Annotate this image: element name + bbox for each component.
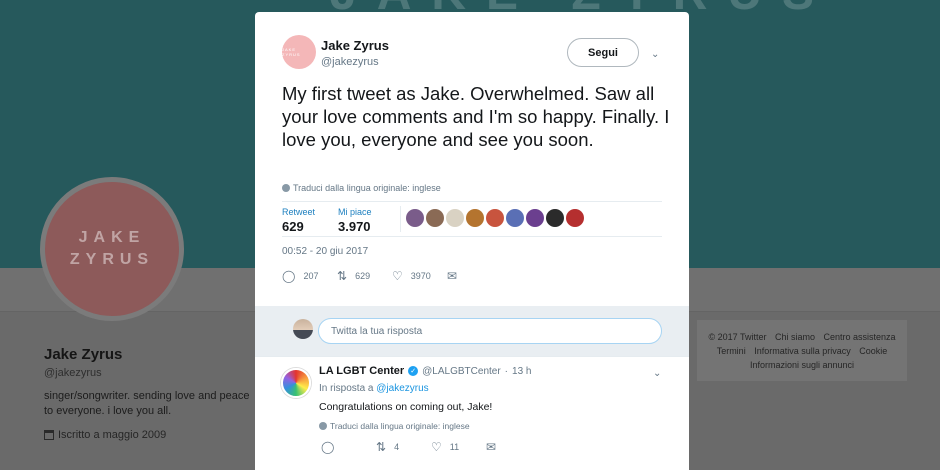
- liker-avatars: [406, 209, 584, 227]
- follow-button[interactable]: Segui: [567, 38, 639, 67]
- author-avatar[interactable]: JAKE ZYRUS: [282, 35, 316, 69]
- footer-link[interactable]: Cookie: [859, 346, 887, 356]
- calendar-icon: [44, 430, 54, 440]
- footer-links: © 2017 Twitter Chi siamo Centro assisten…: [697, 320, 907, 381]
- profile-bio: singer/songwriter. sending love and peac…: [44, 390, 250, 417]
- tweet-header: JAKE ZYRUS Jake Zyrus @jakezyrus Segui: [282, 35, 666, 75]
- liker-avatar[interactable]: [426, 209, 444, 227]
- profile-joined-text: Iscritto a maggio 2009: [58, 429, 167, 441]
- profile-avatar-text-2: ZYRUS: [69, 251, 155, 268]
- tweet-actions: ◯ 207 ⇅ 629 ♡ 3970 ✉: [282, 270, 457, 282]
- heart-icon: ♡: [392, 269, 403, 283]
- liker-avatar[interactable]: [526, 209, 544, 227]
- reply-count: 207: [303, 271, 319, 281]
- retweet-action[interactable]: ⇅ 4: [376, 441, 431, 453]
- retweet-action[interactable]: ⇅ 629: [337, 270, 392, 282]
- retweet-icon: ⇅: [337, 269, 348, 283]
- profile-avatar[interactable]: JAKE ZYRUS: [40, 177, 184, 321]
- translate-text: Traduci dalla lingua originale: inglese: [293, 183, 441, 193]
- retweet-stat-label[interactable]: Retweet: [282, 207, 315, 217]
- profile-joined: Iscritto a maggio 2009: [44, 429, 166, 441]
- liker-avatar[interactable]: [486, 209, 504, 227]
- chevron-down-icon[interactable]: ⌄: [653, 368, 661, 379]
- envelope-icon: ✉: [447, 269, 458, 283]
- globe-icon: [282, 184, 290, 192]
- globe-icon: [319, 422, 327, 430]
- reply-to-handle[interactable]: @jakezyrus: [376, 383, 428, 394]
- retweet-count: 629: [355, 271, 371, 281]
- liker-avatar[interactable]: [506, 209, 524, 227]
- reply-icon: ◯: [282, 269, 296, 283]
- translate-link[interactable]: Traduci dalla lingua originale: inglese: [282, 183, 441, 193]
- reply-translate-link[interactable]: Traduci dalla lingua originale: inglese: [319, 421, 470, 431]
- reply-author-handle[interactable]: @LALGBTCenter: [422, 366, 501, 377]
- retweet-stat-count[interactable]: 629: [282, 219, 304, 234]
- footer-link[interactable]: Termini: [717, 346, 746, 356]
- reply-tweet-text: Congratulations on coming out, Jake!: [319, 401, 493, 413]
- reply-retweet-count: 4: [394, 442, 400, 452]
- reply-to-line: In risposta a @jakezyrus: [319, 383, 429, 394]
- tweet-stats: Retweet 629 Mi piace 3.970: [282, 201, 662, 237]
- chevron-down-icon[interactable]: ⌄: [651, 49, 659, 60]
- liker-avatar[interactable]: [546, 209, 564, 227]
- message-action[interactable]: ✉: [486, 441, 496, 453]
- reply-tweet-actions: ◯ ⇅ 4 ♡ 11 ✉: [321, 441, 496, 453]
- reply-tweet-header: LA LGBT Center ✓ @LALGBTCenter · 13 h: [319, 365, 531, 377]
- reply-bar: Twitta la tua risposta: [255, 306, 689, 356]
- reply-time[interactable]: 13 h: [512, 366, 531, 377]
- author-avatar-text: JAKE ZYRUS: [282, 47, 301, 57]
- reply-tweet[interactable]: LA LGBT Center ✓ @LALGBTCenter · 13 h ⌄ …: [255, 356, 689, 470]
- reply-translate-text: Traduci dalla lingua originale: inglese: [330, 421, 470, 431]
- footer-link[interactable]: © 2017 Twitter: [708, 332, 766, 342]
- retweet-icon: ⇅: [376, 440, 387, 454]
- liker-avatar[interactable]: [566, 209, 584, 227]
- stats-divider: [400, 206, 401, 232]
- profile-avatar-text-1: JAKE: [78, 229, 146, 246]
- footer-link[interactable]: Chi siamo: [775, 332, 815, 342]
- reply-separator: ·: [504, 365, 509, 377]
- like-count: 3970: [410, 271, 431, 281]
- profile-name[interactable]: Jake Zyrus: [44, 346, 122, 363]
- user-avatar: [293, 319, 313, 339]
- liker-avatar[interactable]: [466, 209, 484, 227]
- footer-link[interactable]: Centro assistenza: [824, 332, 896, 342]
- footer-link[interactable]: Informativa sulla privacy: [754, 346, 851, 356]
- profile-handle[interactable]: @jakezyrus: [44, 367, 102, 379]
- reply-icon: ◯: [321, 440, 335, 454]
- reply-to-prefix: In risposta a: [319, 383, 374, 394]
- reply-input[interactable]: Twitta la tua risposta: [318, 318, 662, 344]
- like-action[interactable]: ♡ 11: [431, 441, 486, 453]
- liker-avatar[interactable]: [446, 209, 464, 227]
- heart-icon: ♡: [431, 440, 442, 454]
- message-action[interactable]: ✉: [447, 270, 457, 282]
- reply-author-avatar[interactable]: [281, 368, 311, 398]
- reply-author-name[interactable]: LA LGBT Center: [319, 365, 404, 377]
- like-stat-count[interactable]: 3.970: [338, 219, 371, 234]
- tweet-text: My first tweet as Jake. Overwhelmed. Saw…: [282, 83, 670, 150]
- tweet-timestamp: 00:52 - 20 giu 2017: [282, 246, 369, 257]
- envelope-icon: ✉: [486, 440, 497, 454]
- verified-badge-icon: ✓: [408, 366, 419, 376]
- liker-avatar[interactable]: [406, 209, 424, 227]
- reply-like-count: 11: [449, 442, 460, 452]
- footer-link[interactable]: Informazioni sugli annunci: [750, 360, 854, 370]
- author-name[interactable]: Jake Zyrus: [321, 38, 389, 53]
- reply-action[interactable]: ◯ 207: [282, 270, 337, 282]
- reply-action[interactable]: ◯: [321, 441, 376, 453]
- like-action[interactable]: ♡ 3970: [392, 270, 447, 282]
- like-stat-label[interactable]: Mi piace: [338, 207, 372, 217]
- author-handle[interactable]: @jakezyrus: [321, 56, 379, 68]
- tweet-modal: JAKE ZYRUS Jake Zyrus @jakezyrus Segui ⌄…: [255, 12, 689, 470]
